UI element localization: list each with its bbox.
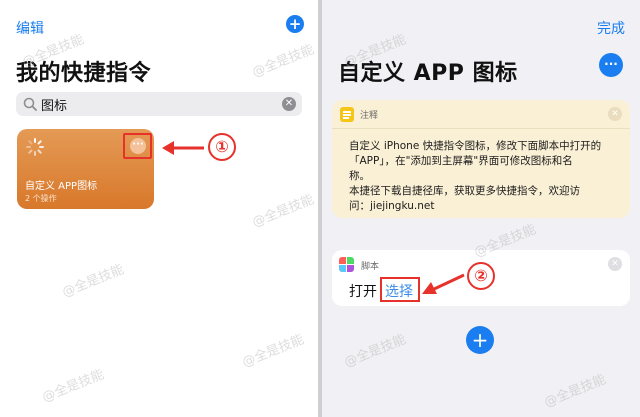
remove-action-icon[interactable]: ✕ bbox=[608, 107, 622, 121]
loading-spinner-icon bbox=[26, 138, 44, 156]
choose-app-label: 选择 bbox=[385, 284, 413, 300]
watermark: @全是技能 bbox=[240, 332, 307, 371]
edit-button[interactable]: 编辑 bbox=[16, 18, 44, 38]
script-action-label: 脚本 bbox=[361, 262, 380, 272]
note-text-line: 本捷径下载自捷径库，获取更多快捷指令，欢迎访 bbox=[349, 185, 580, 197]
annotation-arrow-icon bbox=[422, 273, 465, 294]
plus-icon: + bbox=[471, 328, 489, 352]
shortcut-action-count: 2 个操作 bbox=[25, 194, 57, 203]
editor-title: 自定义 APP 图标 bbox=[338, 61, 518, 86]
remove-action-icon[interactable]: ✕ bbox=[608, 257, 622, 271]
open-app-label: 打开 bbox=[349, 284, 377, 300]
shortcut-title: 自定义 APP图标 bbox=[25, 181, 98, 192]
watermark: @全是技能 bbox=[250, 192, 317, 231]
watermark: @全是技能 bbox=[40, 367, 107, 406]
note-text-line: 「APP」，在"添加到主屏幕"界面可修改图标和名 bbox=[349, 155, 573, 167]
watermark: @全是技能 bbox=[342, 332, 409, 371]
add-action-button[interactable]: + bbox=[466, 326, 494, 354]
search-bar[interactable]: 图标 ✕ bbox=[16, 92, 302, 116]
search-input[interactable]: 图标 bbox=[41, 95, 67, 114]
step-one-label: ① bbox=[208, 133, 236, 161]
page-title: 我的快捷指令 bbox=[16, 61, 152, 86]
choose-app-button[interactable]: 选择 bbox=[380, 277, 420, 302]
note-text-line: 自定义 iPhone 快捷指令图标，修改下面脚本中打开的 bbox=[349, 140, 602, 152]
note-text-line: 问：jiejingku.net bbox=[349, 200, 435, 212]
editor-more-button[interactable]: ··· bbox=[599, 53, 623, 77]
more-icon: ··· bbox=[604, 57, 618, 71]
note-icon bbox=[340, 107, 354, 122]
comment-action-label: 注释 bbox=[360, 111, 379, 121]
done-button[interactable]: 完成 bbox=[597, 18, 625, 38]
add-shortcut-button[interactable]: + bbox=[286, 15, 304, 33]
step-two-label: ② bbox=[467, 262, 495, 290]
plus-icon: + bbox=[288, 15, 302, 33]
note-text-line: 称。 bbox=[349, 170, 370, 182]
watermark: @全是技能 bbox=[250, 42, 317, 81]
card-divider bbox=[332, 128, 630, 129]
shortcut-editor-panel: 完成 自定义 APP 图标 ··· 注释 ✕ 自定义 iPhone 快捷指令图标… bbox=[322, 0, 640, 417]
watermark: @全是技能 bbox=[542, 372, 609, 411]
clear-search-icon[interactable]: ✕ bbox=[282, 97, 296, 111]
scripting-icon bbox=[339, 257, 354, 272]
watermark: @全是技能 bbox=[60, 262, 127, 301]
shortcuts-library-panel: 编辑 + 我的快捷指令 图标 ✕ 自定义 APP图标 2 个操作 ··· ① @… bbox=[0, 0, 318, 417]
more-icon: ··· bbox=[130, 138, 146, 154]
search-icon bbox=[23, 97, 37, 111]
annotation-arrow-icon bbox=[162, 141, 204, 155]
comment-action-card[interactable]: 注释 ✕ 自定义 iPhone 快捷指令图标，修改下面脚本中打开的 「APP」，… bbox=[332, 100, 630, 218]
shortcut-more-button[interactable]: ··· bbox=[123, 133, 152, 159]
